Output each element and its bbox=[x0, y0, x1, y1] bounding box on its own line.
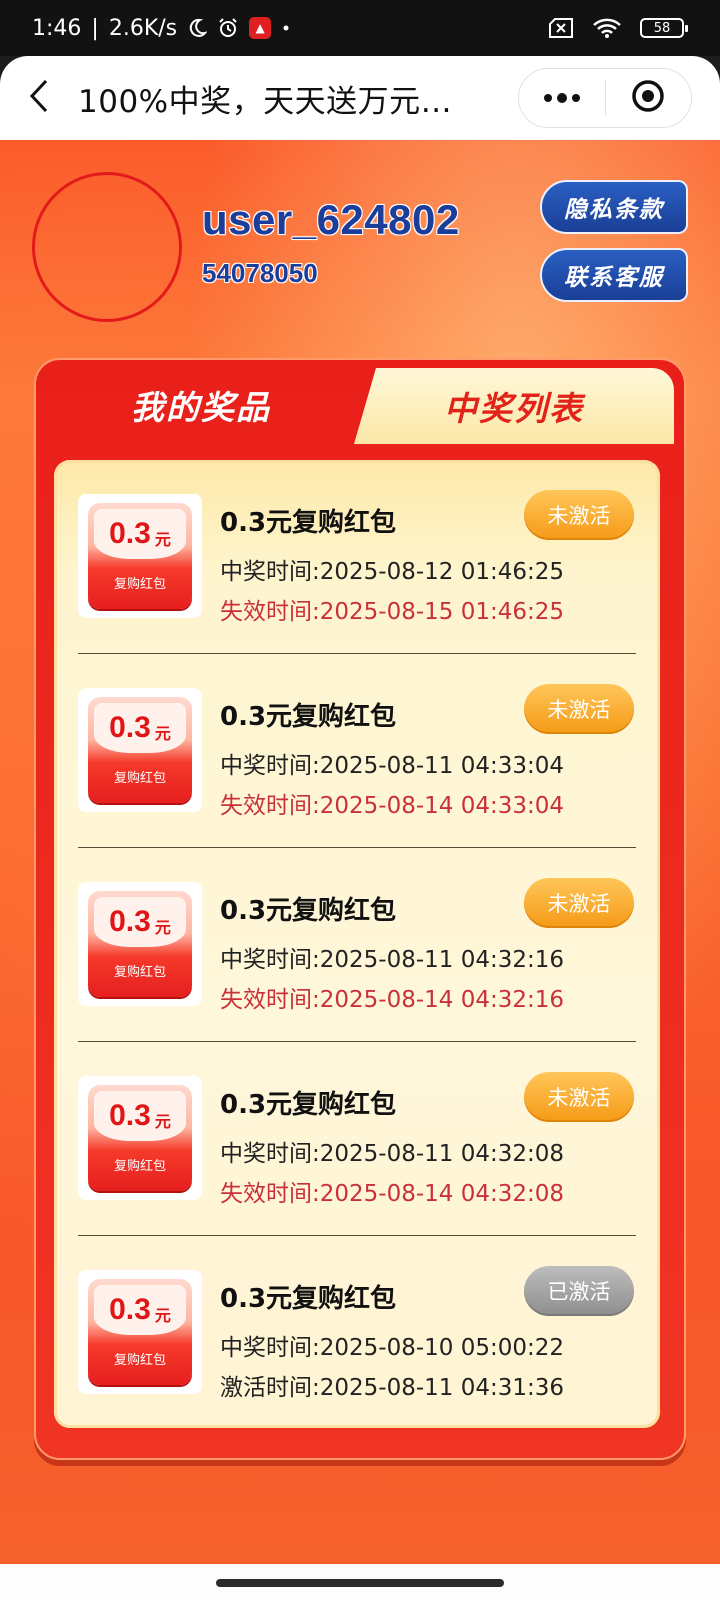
win-time: 中奖时间:2025-08-11 04:32:08 bbox=[220, 1141, 565, 1167]
packet-unit: 元 bbox=[154, 918, 171, 937]
red-packet-icon: 0.3 元 复购红包 bbox=[88, 891, 192, 997]
status-time: 1:46 bbox=[32, 15, 82, 41]
packet-unit: 元 bbox=[154, 1112, 171, 1131]
battery-level: 58 bbox=[653, 20, 671, 36]
contact-service-button[interactable]: 联系客服 bbox=[540, 248, 688, 302]
packet-label: 复购红包 bbox=[113, 771, 166, 786]
prize-list: 0.3 元 复购红包 0.3元复购红包 中奖时间:2025-08-12 01:4… bbox=[54, 460, 660, 1428]
list-item[interactable]: 0.3 元 复购红包 0.3元复购红包 中奖时间:2025-08-11 04:3… bbox=[54, 1042, 660, 1236]
page-title: 100%中奖，天天送万元… bbox=[78, 83, 453, 120]
packet-unit: 元 bbox=[154, 1306, 171, 1325]
chevron-left-icon bbox=[28, 78, 50, 118]
packet-amount: 0.3 bbox=[109, 905, 151, 938]
red-packet-thumbnail: 0.3 元 复购红包 bbox=[78, 1076, 202, 1200]
packet-amount: 0.3 bbox=[109, 517, 151, 550]
red-packet-icon: 0.3 元 复购红包 bbox=[88, 1279, 192, 1385]
list-item[interactable]: 0.3 元 复购红包 0.3元复购红包 中奖时间:2025-08-12 01:4… bbox=[54, 460, 660, 654]
expire-time: 失效时间:2025-08-14 04:32:16 bbox=[220, 987, 565, 1013]
packet-amount: 0.3 bbox=[109, 1099, 151, 1132]
prize-title: 0.3元复购红包 bbox=[220, 1284, 397, 1314]
tab-winners-list[interactable]: 中奖列表 bbox=[354, 368, 674, 444]
packet-label: 复购红包 bbox=[113, 1353, 166, 1368]
target-circle-icon bbox=[631, 79, 665, 117]
packet-amount: 0.3 bbox=[109, 711, 151, 744]
packet-label: 复购红包 bbox=[113, 1159, 166, 1174]
tab-my-prizes[interactable]: 我的奖品 bbox=[36, 360, 366, 450]
dot-icon bbox=[281, 23, 291, 33]
status-badge[interactable]: 未激活 bbox=[524, 684, 634, 734]
status-badge[interactable]: 未激活 bbox=[524, 490, 634, 540]
list-item[interactable]: 0.3 元 复购红包 0.3元复购红包 中奖时间:2025-08-10 05:0… bbox=[54, 1236, 660, 1428]
win-time: 中奖时间:2025-08-12 01:46:25 bbox=[220, 559, 565, 585]
sim-off-icon bbox=[548, 18, 574, 38]
packet-amount: 0.3 bbox=[109, 1293, 151, 1326]
home-indicator[interactable] bbox=[216, 1579, 504, 1587]
win-time: 中奖时间:2025-08-11 04:33:04 bbox=[220, 753, 565, 779]
red-packet-icon: 0.3 元 复购红包 bbox=[88, 697, 192, 803]
status-bar: 1:46 | 2.6K/s ▲ 58 bbox=[0, 0, 720, 56]
expire-time: 失效时间:2025-08-14 04:32:08 bbox=[220, 1181, 565, 1207]
red-packet-thumbnail: 0.3 元 复购红包 bbox=[78, 688, 202, 812]
user-id: 54078050 bbox=[202, 258, 318, 288]
red-packet-thumbnail: 0.3 元 复购红包 bbox=[78, 882, 202, 1006]
win-time: 中奖时间:2025-08-10 05:00:22 bbox=[220, 1335, 565, 1361]
back-button[interactable] bbox=[0, 56, 78, 140]
status-right: 58 bbox=[548, 17, 688, 39]
status-separator: | bbox=[91, 15, 99, 41]
packet-unit: 元 bbox=[154, 724, 171, 743]
expire-time: 失效时间:2025-08-14 04:33:04 bbox=[220, 793, 565, 819]
red-packet-icon: 0.3 元 复购红包 bbox=[88, 1085, 192, 1191]
more-dots-icon bbox=[542, 89, 582, 108]
status-badge[interactable]: 未激活 bbox=[524, 878, 634, 928]
expire-time: 失效时间:2025-08-15 01:46:25 bbox=[220, 599, 565, 625]
red-packet-thumbnail: 0.3 元 复购红包 bbox=[78, 1270, 202, 1394]
list-item[interactable]: 0.3 元 复购红包 0.3元复购红包 中奖时间:2025-08-11 04:3… bbox=[54, 654, 660, 848]
more-button[interactable] bbox=[519, 68, 605, 128]
moon-icon bbox=[187, 18, 208, 38]
activate-time: 激活时间:2025-08-11 04:31:36 bbox=[220, 1375, 565, 1401]
battery-icon: 58 bbox=[640, 18, 688, 38]
close-program-button[interactable] bbox=[606, 68, 692, 128]
app-badge-icon: ▲ bbox=[249, 17, 272, 39]
win-time: 中奖时间:2025-08-11 04:32:16 bbox=[220, 947, 565, 973]
alarm-icon bbox=[217, 17, 239, 39]
prize-title: 0.3元复购红包 bbox=[220, 1090, 397, 1120]
packet-unit: 元 bbox=[154, 530, 171, 549]
prize-title: 0.3元复购红包 bbox=[220, 702, 397, 732]
wifi-icon bbox=[592, 17, 622, 39]
mini-program-capsule bbox=[518, 68, 692, 128]
red-packet-icon: 0.3 元 复购红包 bbox=[88, 503, 192, 609]
status-left: 1:46 | 2.6K/s ▲ bbox=[32, 16, 291, 41]
avatar[interactable] bbox=[32, 172, 182, 322]
status-badge[interactable]: 未激活 bbox=[524, 1072, 634, 1122]
prize-title: 0.3元复购红包 bbox=[220, 508, 397, 538]
packet-label: 复购红包 bbox=[113, 577, 166, 592]
red-packet-thumbnail: 0.3 元 复购红包 bbox=[78, 494, 202, 618]
prize-title: 0.3元复购红包 bbox=[220, 896, 397, 926]
privacy-policy-button[interactable]: 隐私条款 bbox=[540, 180, 688, 234]
username: user_624802 bbox=[202, 196, 460, 243]
prize-card: 我的奖品 中奖列表 0.3 元 复购红包 0.3元复购红包 中奖时间:2025-… bbox=[34, 358, 686, 1460]
status-badge[interactable]: 已激活 bbox=[524, 1266, 634, 1316]
packet-label: 复购红包 bbox=[113, 965, 166, 980]
main-content: user_624802 54078050 隐私条款 联系客服 我的奖品 中奖列表… bbox=[0, 140, 720, 1564]
nav-bar: 100%中奖，天天送万元… bbox=[0, 56, 720, 140]
list-item[interactable]: 0.3 元 复购红包 0.3元复购红包 中奖时间:2025-08-11 04:3… bbox=[54, 848, 660, 1042]
network-speed: 2.6K/s bbox=[108, 15, 178, 41]
